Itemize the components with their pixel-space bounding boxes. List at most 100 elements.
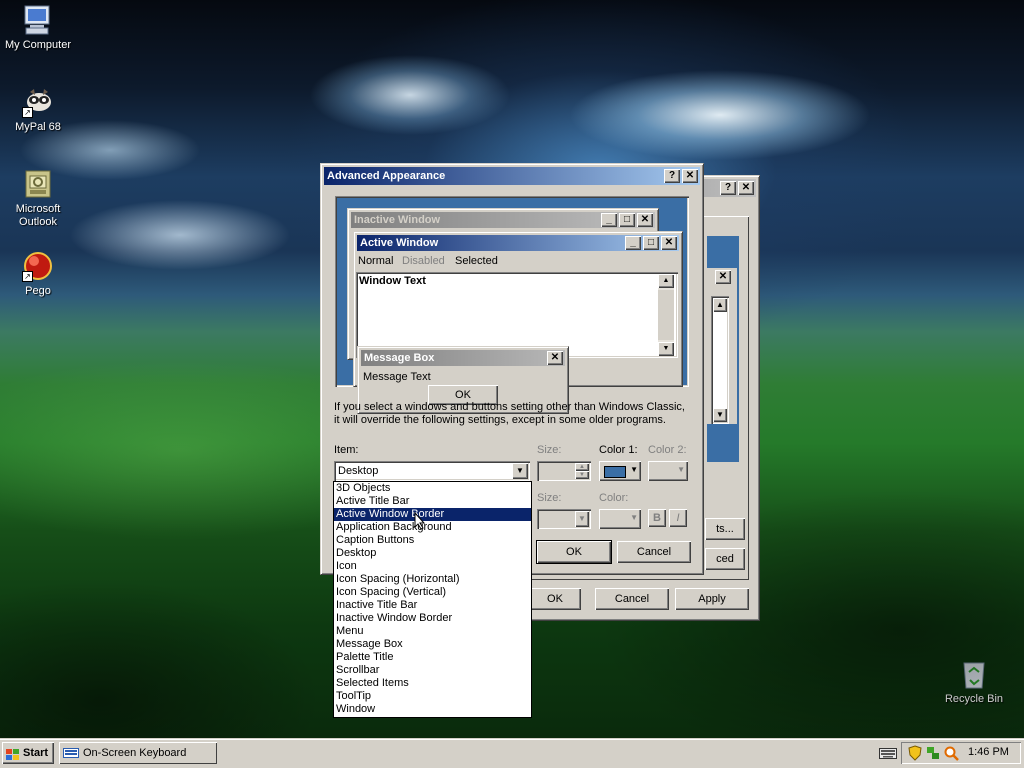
network-icon[interactable] <box>925 745 941 761</box>
close-icon: ✕ <box>637 213 653 227</box>
color1-swatch <box>604 466 626 478</box>
list-item[interactable]: Icon Spacing (Vertical) <box>334 586 531 599</box>
list-item[interactable]: 3D Objects <box>334 482 531 495</box>
apply-button[interactable]: Apply <box>675 588 749 610</box>
desktop-icon-my-computer[interactable]: My Computer <box>0 4 78 52</box>
preview-active-titlebar[interactable]: Active Window _ □ ✕ <box>357 235 679 251</box>
bold-button[interactable]: B <box>648 509 666 527</box>
close-icon: ✕ <box>715 270 731 284</box>
preview-message-box-titlebar[interactable]: Message Box ✕ <box>361 350 565 366</box>
chevron-down-icon[interactable]: ▼ <box>512 463 528 479</box>
list-item[interactable]: Inactive Title Bar <box>334 599 531 612</box>
scroll-down-icon: ▼ <box>713 408 727 422</box>
desktop-icon-label: MyPal 68 <box>15 121 61 133</box>
ok-button[interactable]: OK <box>536 540 612 564</box>
cancel-button[interactable]: Cancel <box>617 541 691 563</box>
color2-picker[interactable]: ▼ <box>648 461 688 481</box>
list-item[interactable]: Active Title Bar <box>334 495 531 508</box>
magnifier-icon[interactable] <box>943 745 959 761</box>
scroll-thumb[interactable] <box>658 290 674 340</box>
preview-active-title: Active Window <box>360 237 439 249</box>
list-item[interactable]: Caption Buttons <box>334 534 531 547</box>
monitor-preview: ✕ ▲ ▼ <box>707 236 739 462</box>
list-item[interactable]: Menu <box>334 625 531 638</box>
preview-window-text: Window Text <box>359 275 426 287</box>
list-item-highlighted[interactable]: Active Window Border <box>334 508 531 521</box>
item-dropdown-list[interactable]: 3D Objects Active Title Bar Active Windo… <box>333 481 532 718</box>
outlook-icon <box>22 168 54 200</box>
spinner-up-icon[interactable]: ▲ <box>575 463 589 471</box>
font-size-label: Size: <box>537 492 562 504</box>
ok-button[interactable]: OK <box>529 588 581 610</box>
minimize-icon: _ <box>601 213 617 227</box>
scroll-down-icon: ▼ <box>658 342 674 356</box>
security-shield-icon[interactable] <box>907 745 923 761</box>
system-tray: 1:46 PM <box>901 742 1021 764</box>
appearance-preview: Inactive Window _ □ ✕ Active Window _ □ … <box>335 196 689 414</box>
list-item[interactable]: Scrollbar <box>334 664 531 677</box>
list-item[interactable]: Application Background <box>334 521 531 534</box>
desktop-icon-label: Pego <box>25 285 51 297</box>
shortcut-arrow-icon: ↗ <box>22 107 33 118</box>
font-color-label: Color: <box>599 492 629 504</box>
preview-menu-normal[interactable]: Normal <box>358 255 393 267</box>
item-combobox-value: Desktop <box>338 465 379 477</box>
preview-message-text: Message Text <box>363 371 431 383</box>
list-item[interactable]: Desktop <box>334 547 531 560</box>
close-button[interactable]: ✕ <box>738 181 754 195</box>
italic-button[interactable]: I <box>669 509 687 527</box>
cancel-button[interactable]: Cancel <box>595 588 669 610</box>
font-color-picker[interactable]: ▼ <box>599 509 641 529</box>
close-icon: ✕ <box>661 236 677 250</box>
mypal-icon: ↗ <box>22 86 54 118</box>
desktop-icon-outlook[interactable]: Microsoft Outlook <box>0 168 78 229</box>
advanced-button[interactable]: ced <box>705 548 745 570</box>
size-label: Size: <box>537 444 562 456</box>
preview-inactive-titlebar[interactable]: Inactive Window _ □ ✕ <box>351 212 655 228</box>
effects-button[interactable]: ts... <box>705 518 745 540</box>
spinner-down-icon[interactable]: ▼ <box>575 471 589 479</box>
font-size-combobox[interactable]: ▼ <box>537 509 591 529</box>
preview-inactive-title: Inactive Window <box>354 214 441 226</box>
preview-scrollbar[interactable]: ▲ ▼ <box>658 274 674 356</box>
preview-menu-disabled[interactable]: Disabled <box>402 255 445 267</box>
advanced-appearance-titlebar[interactable]: Advanced Appearance ? ✕ <box>324 167 700 185</box>
maximize-icon: □ <box>643 236 659 250</box>
list-item[interactable]: Inactive Window Border <box>334 612 531 625</box>
chevron-down-icon: ▼ <box>677 465 685 474</box>
mouse-cursor-icon <box>414 511 426 530</box>
taskbar: Start On-Screen Keyboard 1:46 PM <box>0 738 1024 768</box>
desktop-icon-mypal[interactable]: ↗ MyPal 68 <box>0 86 78 134</box>
color1-picker[interactable]: ▼ <box>599 461 641 481</box>
size-spinner[interactable]: ▲ ▼ <box>537 461 591 481</box>
list-item[interactable]: Icon <box>334 560 531 573</box>
desktop-icon-pego[interactable]: ↗ Pego <box>0 250 78 298</box>
list-item[interactable]: Window <box>334 703 531 716</box>
preview-menu-selected[interactable]: Selected <box>455 255 498 267</box>
chevron-down-icon[interactable]: ▼ <box>575 511 589 527</box>
start-button[interactable]: Start <box>2 742 54 764</box>
desktop-icon-recycle-bin[interactable]: Recycle Bin <box>934 658 1014 706</box>
minimize-icon: _ <box>625 236 641 250</box>
task-label: On-Screen Keyboard <box>83 747 187 759</box>
list-item[interactable]: Palette Title <box>334 651 531 664</box>
list-item[interactable]: Message Box <box>334 638 531 651</box>
clock[interactable]: 1:46 PM <box>968 746 1009 758</box>
color1-label: Color 1: <box>599 444 638 456</box>
chevron-down-icon: ▼ <box>630 465 638 474</box>
help-button[interactable]: ? <box>720 181 736 195</box>
chevron-down-icon: ▼ <box>630 513 638 522</box>
windows-logo-icon <box>6 747 20 760</box>
item-combobox[interactable]: Desktop ▼ <box>334 461 530 481</box>
list-item[interactable]: ToolTip <box>334 690 531 703</box>
close-button[interactable]: ✕ <box>682 169 698 183</box>
close-icon: ✕ <box>547 351 563 365</box>
desktop-icon-label: Recycle Bin <box>944 693 1004 705</box>
taskbar-task-on-screen-keyboard[interactable]: On-Screen Keyboard <box>59 742 217 764</box>
keyboard-icon <box>63 746 79 760</box>
keyboard-tray-icon[interactable] <box>879 747 897 760</box>
list-item[interactable]: Selected Items <box>334 677 531 690</box>
help-button[interactable]: ? <box>664 169 680 183</box>
scroll-up-icon: ▲ <box>658 274 674 288</box>
list-item[interactable]: Icon Spacing (Horizontal) <box>334 573 531 586</box>
